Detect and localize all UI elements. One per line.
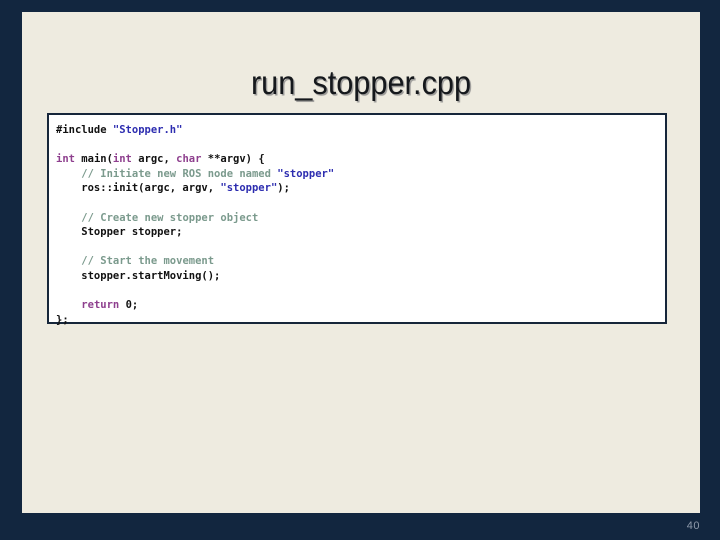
code-token-keyword: return <box>81 299 126 312</box>
code-line: }; <box>56 313 665 328</box>
code-token-plain: **argv) { <box>207 153 265 166</box>
code-listing: #include "Stopper.h" int main(int argc, … <box>49 115 665 327</box>
code-token-string: "stopper" <box>220 182 278 195</box>
code-token-plain: argc, <box>138 153 177 166</box>
code-token-keyword: int <box>112 153 139 166</box>
code-token-plain: stopper.startMoving(); <box>56 269 221 282</box>
code-token-plain: main( <box>81 153 113 166</box>
page-title: run_stopper.cpp <box>250 64 472 102</box>
code-token-comment: // Start the movement <box>81 255 215 268</box>
code-line: ros::init(argc, argv, "stopper"); <box>56 181 665 196</box>
code-token-plain: }; <box>56 313 69 326</box>
code-token-comment: // Initiate new ROS node named <box>81 167 278 180</box>
code-token-string: "Stopper.h" <box>112 124 183 136</box>
code-token-keyword: char <box>176 153 208 166</box>
code-block: #include "Stopper.h" int main(int argc, … <box>47 113 667 327</box>
code-token-plain: Stopper stopper; <box>56 226 183 239</box>
code-line: // Create new stopper object <box>56 211 665 226</box>
presentation-slide: run_stopper.cpp #include "Stopper.h" int… <box>0 0 720 540</box>
page-number: 40 <box>686 520 700 532</box>
code-line: Stopper stopper; <box>56 225 665 240</box>
code-line: // Initiate new ROS node named "stopper" <box>56 167 665 182</box>
code-token-comment: // Create new stopper object <box>81 211 259 224</box>
code-token-plain: ); <box>277 182 290 195</box>
code-line: stopper.startMoving(); <box>56 269 665 284</box>
code-line: return 0; <box>56 298 665 313</box>
slide-content-panel: run_stopper.cpp #include "Stopper.h" int… <box>22 12 700 513</box>
code-token-plain: ros::init(argc, argv, <box>56 182 221 195</box>
code-token-string: "stopper" <box>277 167 335 180</box>
code-token-plain: 0; <box>125 299 139 312</box>
code-line: #include "Stopper.h" <box>56 123 665 138</box>
code-token-plain: #include <box>56 124 113 136</box>
code-token-keyword: int <box>56 153 82 166</box>
code-line: // Start the movement <box>56 254 665 269</box>
code-line: int main(int argc, char **argv) { <box>56 152 665 167</box>
